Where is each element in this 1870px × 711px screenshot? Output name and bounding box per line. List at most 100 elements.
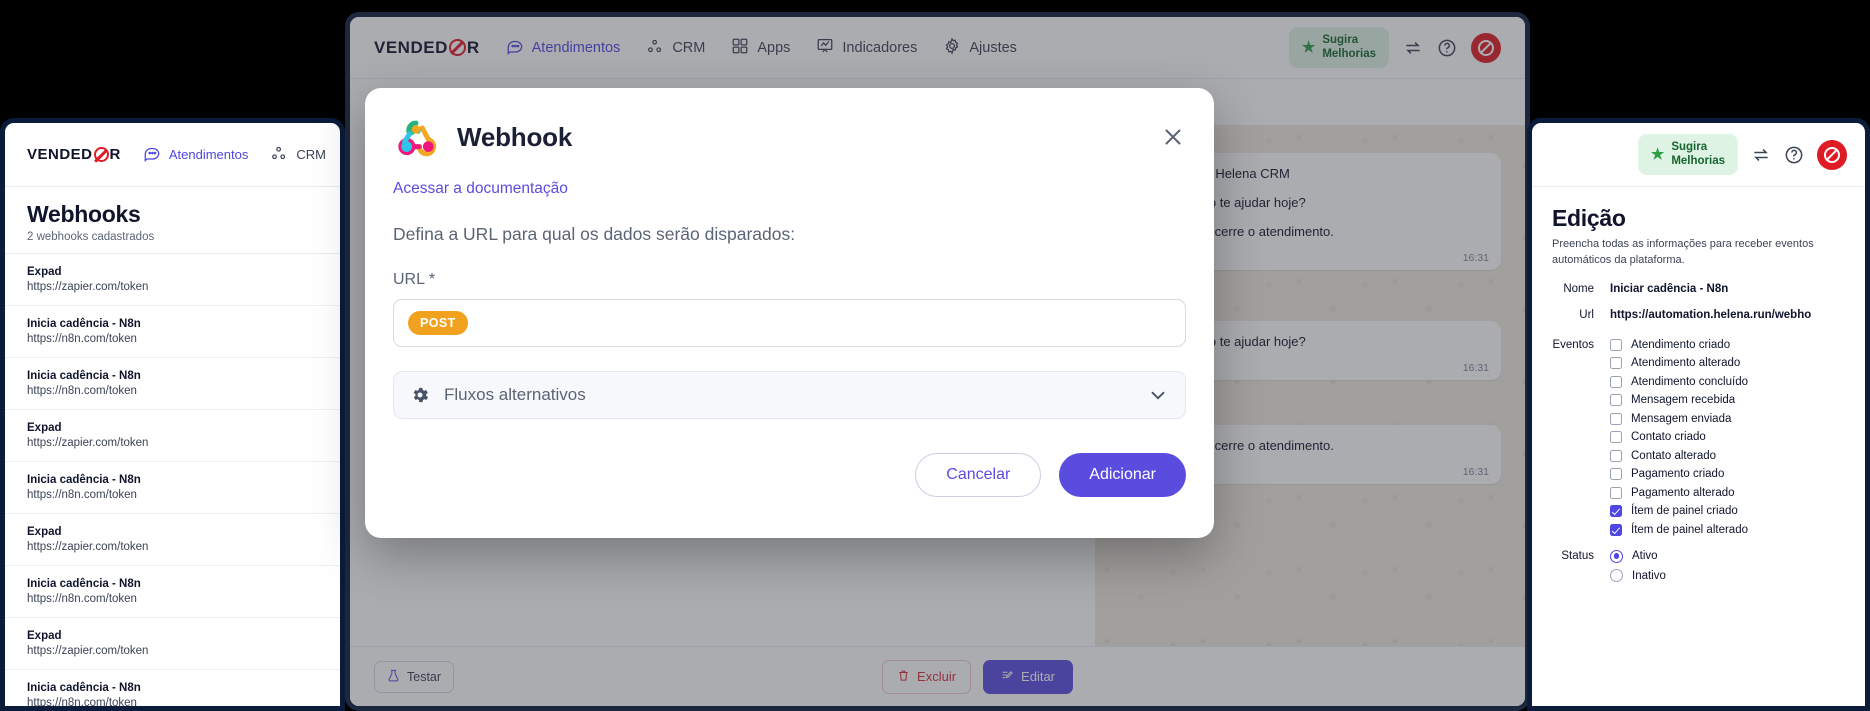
checkbox-box[interactable] — [1610, 505, 1622, 518]
list-item[interactable]: Inicia cadência - N8n https://n8n.com/tok… — [5, 670, 340, 706]
screenshot-stage: VENDED R Atendimentos CRM Apps Indicador… — [0, 0, 1870, 711]
sidebar-item-atendimentos[interactable]: Atendimentos — [143, 144, 248, 165]
submit-button[interactable]: Adicionar — [1059, 453, 1186, 497]
checkbox-label: Ítem de painel criado — [1631, 505, 1738, 518]
radio-inativo[interactable]: Inativo — [1610, 569, 1666, 583]
status-label: Status — [1561, 549, 1594, 562]
prohibited-circle-icon — [93, 147, 109, 162]
webhooks-page-header: Webhooks 2 webhooks cadastrados — [5, 187, 340, 254]
modal-instruction: Defina a URL para qual os dados serão di… — [393, 224, 796, 244]
checkbox-label: Atendimento alterado — [1631, 357, 1741, 370]
radio-button[interactable] — [1610, 549, 1623, 563]
checkbox-atendimento-criado[interactable]: Atendimento criado — [1610, 338, 1748, 351]
url-input[interactable] — [479, 314, 1171, 332]
suggest-improvements-button[interactable]: ★ Sugira Melhorias — [1637, 134, 1738, 175]
field-label: Nome — [1563, 282, 1594, 295]
method-badge: POST — [408, 311, 468, 335]
chat-bubble-icon — [143, 144, 161, 165]
checkbox-box[interactable] — [1610, 394, 1622, 407]
checkbox-atendimento-concluido[interactable]: Atendimento concluído — [1610, 375, 1748, 388]
checkbox-box[interactable] — [1610, 468, 1622, 481]
sidebar-item-crm[interactable]: CRM — [270, 144, 326, 165]
checkbox-contato-alterado[interactable]: Contato alterado — [1610, 449, 1748, 462]
checkbox-mensagem-recebida[interactable]: Mensagem recebida — [1610, 394, 1748, 407]
logo-text-before: VENDED — [27, 146, 93, 163]
field-row-url: Url https://automation.helena.run/webho — [1552, 309, 1845, 321]
list-item[interactable]: Inicia cadência - N8n https://n8n.com/tok… — [5, 462, 340, 514]
checkbox-label: Mensagem enviada — [1631, 412, 1732, 425]
checkbox-label: Contato criado — [1631, 431, 1706, 444]
checkbox-label: Ítem de painel alterado — [1631, 523, 1748, 536]
webhook-logo-icon — [393, 114, 439, 160]
accordion-label: Fluxos alternativos — [444, 385, 586, 404]
right-browser-window: ★ Sugira Melhorias Edição Preencha todas… — [1527, 118, 1870, 711]
list-item[interactable]: Expad https://zapier.com/token — [5, 254, 340, 306]
field-value[interactable]: https://automation.helena.run/webho — [1610, 309, 1811, 321]
suggest-line2: Melhorias — [1671, 154, 1725, 167]
radio-button[interactable] — [1610, 569, 1623, 583]
modal-header: Webhook — [393, 114, 1186, 160]
radio-label: Inativo — [1632, 569, 1666, 582]
checkbox-box[interactable] — [1610, 375, 1622, 388]
page-title: Webhooks — [27, 201, 141, 227]
checkbox-box[interactable] — [1610, 449, 1622, 462]
alternative-flows-accordion[interactable]: Fluxos alternativos — [393, 371, 1186, 419]
field-row-nome: Nome Iniciar cadência - N8n — [1552, 283, 1845, 295]
url-input-wrapper[interactable]: POST — [393, 299, 1186, 347]
status-section: Status Ativo Inativo — [1552, 549, 1845, 583]
close-icon[interactable] — [1160, 124, 1186, 150]
star-icon: ★ — [1650, 145, 1665, 163]
radio-ativo[interactable]: Ativo — [1610, 549, 1666, 563]
radio-label: Ativo — [1632, 550, 1658, 563]
panel-title: Edição — [1552, 205, 1626, 231]
logo-text-after: R — [109, 146, 121, 163]
user-avatar-icon[interactable] — [1817, 139, 1847, 170]
app-logo[interactable]: VENDED R — [27, 146, 121, 163]
list-item[interactable]: Inicia cadência - N8n https://n8n.com/tok… — [5, 306, 340, 358]
webhooks-list: Expad https://zapier.com/token Inicia cad… — [5, 254, 340, 706]
right-top-navbar: ★ Sugira Melhorias — [1532, 123, 1865, 187]
field-label: Url — [1579, 308, 1594, 321]
checkbox-label: Contato alterado — [1631, 449, 1717, 462]
list-item[interactable]: Inicia cadência - N8n https://n8n.com/tok… — [5, 358, 340, 410]
chevron-down-icon[interactable] — [1147, 384, 1169, 406]
checkbox-label: Pagamento criado — [1631, 468, 1725, 481]
checkbox-pagamento-alterado[interactable]: Pagamento alterado — [1610, 486, 1748, 499]
checkbox-label: Atendimento concluído — [1631, 375, 1748, 388]
checkbox-mensagem-enviada[interactable]: Mensagem enviada — [1610, 412, 1748, 425]
panel-description: Preencha todas as informações para receb… — [1552, 238, 1814, 266]
list-item[interactable]: Inicia cadência - N8n https://n8n.com/tok… — [5, 566, 340, 618]
checkbox-label: Mensagem recebida — [1631, 394, 1736, 407]
transfer-arrows-icon[interactable] — [1751, 145, 1771, 165]
gear-icon — [410, 385, 430, 405]
help-circle-icon[interactable] — [1784, 145, 1804, 165]
nav-label: CRM — [296, 147, 326, 162]
checkbox-pagamento-criado[interactable]: Pagamento criado — [1610, 468, 1748, 481]
checkbox-box[interactable] — [1610, 431, 1622, 444]
checkbox-box[interactable] — [1610, 412, 1622, 425]
checkbox-item-painel-criado[interactable]: Ítem de painel criado — [1610, 505, 1748, 518]
left-browser-window: VENDED R Atendimentos CRM Webhooks 2 webh… — [0, 118, 345, 711]
checkbox-box[interactable] — [1610, 523, 1622, 536]
checkbox-box[interactable] — [1610, 357, 1622, 370]
suggest-line1: Sugira — [1671, 141, 1708, 154]
left-top-navbar: VENDED R Atendimentos CRM — [5, 123, 340, 187]
field-value[interactable]: Iniciar cadência - N8n — [1610, 283, 1728, 295]
documentation-link[interactable]: Acessar a documentação — [393, 180, 1186, 198]
list-item[interactable]: Expad https://zapier.com/token — [5, 514, 340, 566]
checkbox-box[interactable] — [1610, 486, 1622, 499]
modal-title: Webhook — [457, 121, 573, 152]
cancel-button[interactable]: Cancelar — [915, 453, 1042, 497]
list-item[interactable]: Expad https://zapier.com/token — [5, 618, 340, 670]
status-radio-group: Ativo Inativo — [1610, 549, 1666, 583]
crm-nodes-icon — [270, 144, 288, 165]
url-field-label: URL * — [393, 271, 436, 288]
checkbox-box[interactable] — [1610, 338, 1622, 351]
events-label: Eventos — [1552, 338, 1594, 351]
page-subtitle: 2 webhooks cadastrados — [27, 231, 155, 243]
list-item[interactable]: Expad https://zapier.com/token — [5, 410, 340, 462]
checkbox-contato-criado[interactable]: Contato criado — [1610, 431, 1748, 444]
checkbox-item-painel-alterado[interactable]: Ítem de painel alterado — [1610, 523, 1748, 536]
modal-footer: Cancelar Adicionar — [393, 453, 1186, 497]
checkbox-atendimento-alterado[interactable]: Atendimento alterado — [1610, 357, 1748, 370]
